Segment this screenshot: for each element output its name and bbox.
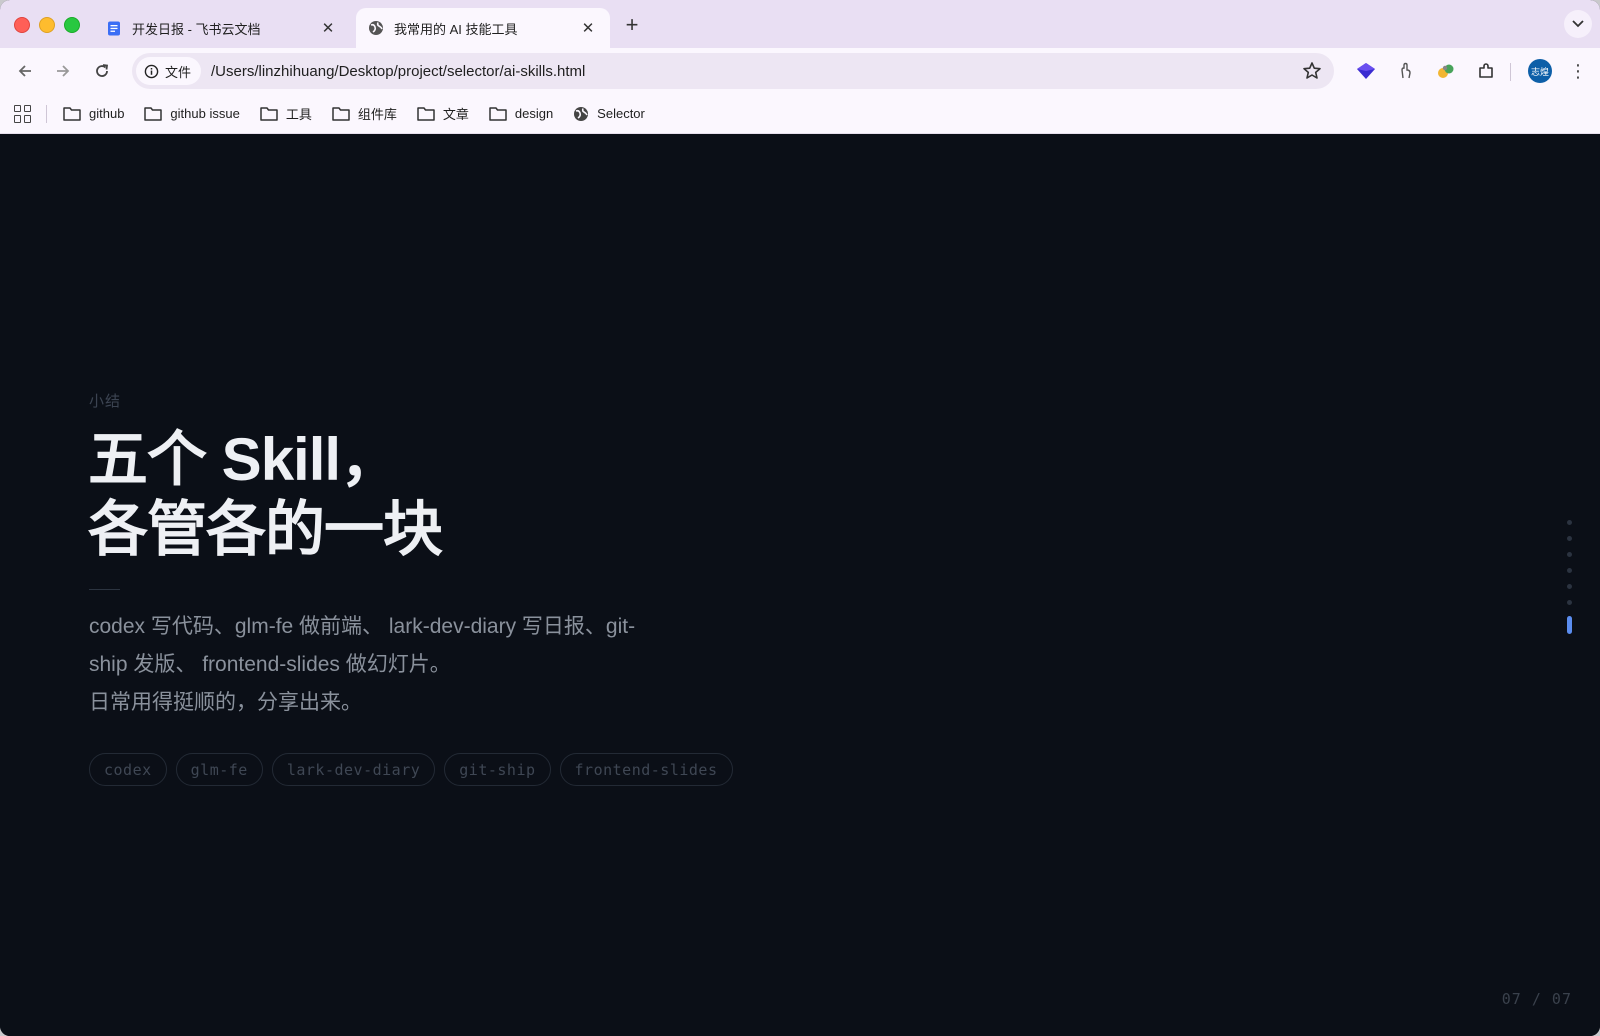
bookmark-articles[interactable]: 文章 xyxy=(417,104,469,123)
toolbar-divider xyxy=(1510,63,1511,81)
slide-dot-1[interactable] xyxy=(1566,520,1572,525)
slide-dot-5[interactable] xyxy=(1566,584,1572,589)
title-line-1: 五个 Skill， xyxy=(88,426,400,493)
bookmark-label: design xyxy=(514,106,554,121)
minimize-window-button[interactable] xyxy=(39,17,55,33)
bookmark-label: 工具 xyxy=(285,107,312,122)
address-bar[interactable]: 文件 /Users/linzhihuang/Desktop/project/se… xyxy=(132,53,1334,89)
back-arrow-icon[interactable] xyxy=(11,57,39,85)
tab-strip: 开发日报 - 飞书云文档 ✕ 我常用的 AI 技能工具 ✕ + xyxy=(0,0,1600,48)
globe-icon xyxy=(574,106,589,121)
tab-title: 我常用的 AI 技能工具 xyxy=(394,21,518,37)
site-info-label: 文件 xyxy=(165,64,192,80)
bookmarks-bar: github github issue 工具 组件库 文章 design Sel… xyxy=(0,94,1600,134)
bookmark-label: github issue xyxy=(170,106,240,121)
extensions-puzzle-icon[interactable] xyxy=(1474,59,1498,83)
section-eyebrow: 小结 xyxy=(89,393,122,410)
slide-progress-dots xyxy=(1565,520,1573,645)
bookmark-selector[interactable]: Selector xyxy=(573,106,645,122)
bookmark-design[interactable]: design xyxy=(489,106,553,121)
tag-codex: codex xyxy=(89,753,167,786)
summary-line: 日常用得挺顺的，分享出来。 xyxy=(89,691,362,714)
info-icon xyxy=(144,64,159,78)
tab-search-chevron-icon[interactable] xyxy=(1564,10,1592,38)
summary-text: codex 写代码、glm-fe 做前端、 lark-dev-diary 写日报… xyxy=(89,608,679,722)
slide-dot-7-active[interactable] xyxy=(1566,616,1572,634)
profile-avatar[interactable]: 志煌 xyxy=(1528,59,1552,83)
bookmarks-divider xyxy=(46,104,47,123)
folder-icon xyxy=(417,107,435,121)
slide-page: 小结 五个 Skill， 各管各的一块 codex 写代码、glm-fe 做前端… xyxy=(0,135,1600,1036)
bookmark-github[interactable]: github xyxy=(63,106,124,121)
bookmark-label: 文章 xyxy=(442,107,469,122)
globe-icon xyxy=(368,20,384,36)
bookmark-label: Selector xyxy=(597,106,645,121)
folder-icon xyxy=(144,107,163,121)
folder-icon xyxy=(260,107,278,121)
tab-lark-doc[interactable]: 开发日报 - 飞书云文档 ✕ xyxy=(94,8,350,48)
more-menu-icon[interactable]: ⋮ xyxy=(1566,59,1590,83)
slide-counter: 07 / 07 xyxy=(1501,990,1572,1008)
bookmark-github-issue[interactable]: github issue xyxy=(144,106,240,121)
bookmark-label: github xyxy=(89,106,125,121)
apps-grid-icon[interactable] xyxy=(14,104,32,123)
tag-git-ship: git-ship xyxy=(444,753,551,786)
bookmark-star-icon[interactable] xyxy=(1302,61,1322,86)
slide-dot-6[interactable] xyxy=(1566,600,1572,605)
slide-dot-4[interactable] xyxy=(1566,568,1572,573)
toolbar: 文件 /Users/linzhihuang/Desktop/project/se… xyxy=(0,48,1600,94)
summary-line: ship 发版、 frontend-slides 做幻灯片。 xyxy=(89,653,451,676)
tag-lark-dev-diary: lark-dev-diary xyxy=(271,753,436,786)
extension-puzzle-color-icon[interactable] xyxy=(1434,59,1458,83)
new-tab-button[interactable]: + xyxy=(620,14,644,38)
folder-icon xyxy=(63,107,81,121)
reload-icon[interactable] xyxy=(88,57,116,85)
bookmark-components[interactable]: 组件库 xyxy=(332,104,397,123)
close-window-button[interactable] xyxy=(14,17,30,33)
tag-glm-fe: glm-fe xyxy=(175,753,263,786)
url-text[interactable]: /Users/linzhihuang/Desktop/project/selec… xyxy=(211,63,585,80)
extension-gem-icon[interactable] xyxy=(1354,59,1378,83)
slide-dot-2[interactable] xyxy=(1566,536,1572,541)
skill-tags: codex glm-fe lark-dev-diary git-ship fro… xyxy=(89,753,742,786)
close-icon[interactable]: ✕ xyxy=(318,18,338,38)
page-title: 五个 Skill， 各管各的一块 xyxy=(88,425,443,565)
browser-window: 开发日报 - 飞书云文档 ✕ 我常用的 AI 技能工具 ✕ + 文件 /User… xyxy=(0,0,1600,1036)
tab-ai-skills[interactable]: 我常用的 AI 技能工具 ✕ xyxy=(356,8,610,48)
title-line-2: 各管各的一块 xyxy=(88,496,443,563)
summary-line: codex 写代码、glm-fe 做前端、 lark-dev-diary 写日报… xyxy=(89,615,636,638)
bookmark-label: 组件库 xyxy=(357,107,397,122)
slide-dot-3[interactable] xyxy=(1566,552,1572,557)
close-icon[interactable]: ✕ xyxy=(578,18,598,38)
tab-title: 开发日报 - 飞书云文档 xyxy=(132,21,261,37)
extension-hand-icon[interactable] xyxy=(1394,59,1418,83)
folder-icon xyxy=(332,107,350,121)
zoom-window-button[interactable] xyxy=(64,17,80,33)
site-info-chip[interactable]: 文件 xyxy=(136,57,202,85)
folder-icon xyxy=(489,107,507,121)
document-icon xyxy=(106,20,122,36)
divider xyxy=(89,589,120,590)
bookmark-tools[interactable]: 工具 xyxy=(260,104,312,123)
tag-frontend-slides: frontend-slides xyxy=(559,753,733,786)
forward-arrow-icon[interactable] xyxy=(49,57,77,85)
